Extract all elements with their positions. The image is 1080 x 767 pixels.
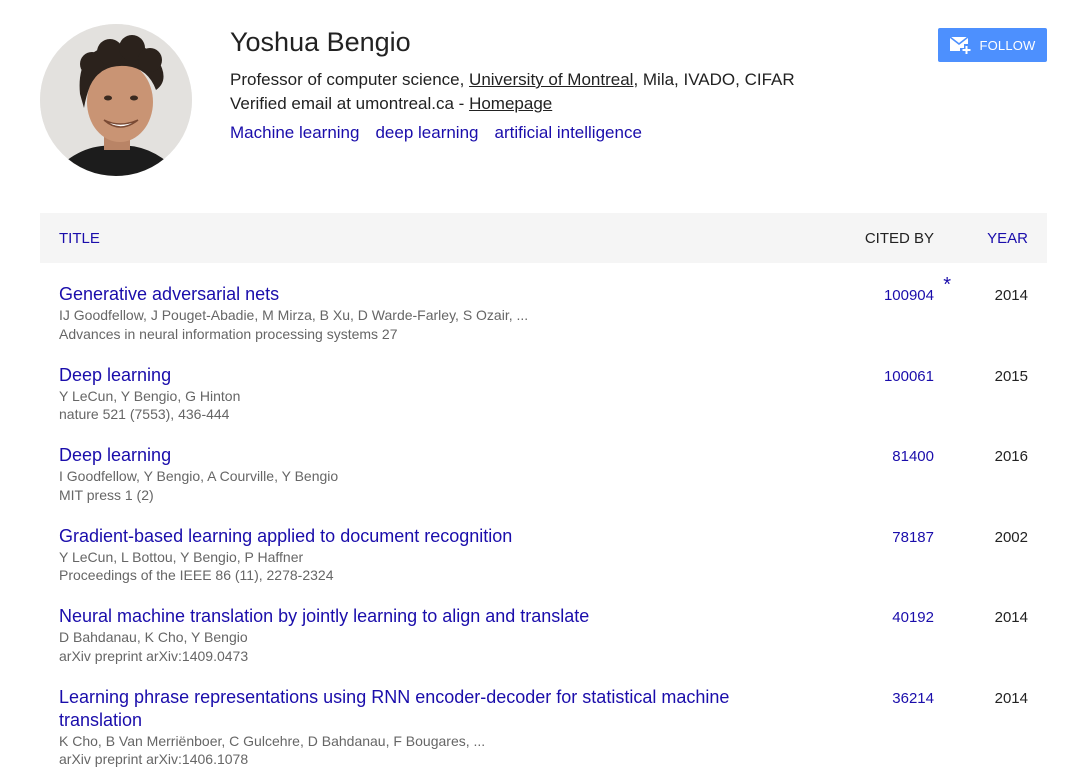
cited-by-count[interactable]: 100904: [884, 287, 934, 304]
publication-info: Deep learning I Goodfellow, Y Bengio, A …: [59, 444, 789, 504]
profile-email: Verified email at umontreal.ca - Homepag…: [230, 92, 910, 116]
publication-title[interactable]: Deep learning: [59, 444, 789, 467]
affiliation-link[interactable]: University of Montreal: [469, 70, 633, 89]
follow-label: FOLLOW: [979, 37, 1036, 53]
interest-link-artificial-intelligence[interactable]: artificial intelligence: [495, 123, 642, 142]
email-text: Verified email at umontreal.ca -: [230, 94, 470, 113]
publication-title[interactable]: Deep learning: [59, 364, 789, 387]
cited-by-count[interactable]: 40192: [892, 609, 934, 626]
publication-venue: Proceedings of the IEEE 86 (11), 2278-23…: [59, 567, 334, 584]
publication-info: Gradient-based learning applied to docum…: [59, 525, 789, 585]
publication-info: Generative adversarial nets IJ Goodfello…: [59, 283, 789, 343]
publication-authors: IJ Goodfellow, J Pouget-Abadie, M Mirza,…: [59, 307, 529, 323]
publication-year: 2014: [994, 689, 1028, 707]
publication-title[interactable]: Gradient-based learning applied to docum…: [59, 525, 789, 548]
homepage-link[interactable]: Homepage: [469, 94, 552, 113]
profile-affiliation: Professor of computer science, Universit…: [230, 68, 910, 92]
table-row: Neural machine translation by jointly le…: [40, 585, 1047, 666]
publication-venue: MIT press 1 (2): [59, 486, 154, 503]
publication-title[interactable]: Learning phrase representations using RN…: [59, 686, 789, 732]
table-row: Gradient-based learning applied to docum…: [40, 505, 1047, 586]
publication-authors: Y LeCun, Y Bengio, G Hinton: [59, 387, 241, 404]
publication-title[interactable]: Neural machine translation by jointly le…: [59, 605, 789, 628]
publication-venue: arXiv preprint arXiv:1406.1078: [59, 751, 249, 767]
publications-table-header: TITLE CITED BY YEAR: [40, 213, 1047, 263]
cited-by-count[interactable]: 100061: [884, 368, 934, 385]
affiliation-prefix: Professor of computer science,: [230, 70, 470, 89]
publication-year: 2014: [994, 609, 1028, 627]
publication-authors: K Cho, B Van Merriënboer, C Gulcehre, D …: [59, 732, 486, 749]
publication-year: 2002: [994, 528, 1028, 546]
publication-year: 2015: [994, 367, 1028, 385]
profile-name: Yoshua Bengio: [230, 27, 411, 57]
profile-info: Yoshua Bengio Professor of computer scie…: [230, 26, 910, 145]
table-row: Deep learning I Goodfellow, Y Bengio, A …: [40, 424, 1047, 505]
publication-venue: Advances in neural information processin…: [59, 325, 398, 342]
publication-info: Deep learning Y LeCun, Y Bengio, G Hinto…: [59, 364, 789, 424]
research-interests: Machine learning deep learning artificial …: [230, 121, 910, 145]
follow-button[interactable]: FOLLOW: [938, 28, 1047, 62]
profile-avatar: [40, 24, 192, 176]
publication-year: 2014: [994, 287, 1028, 304]
table-row: Deep learning Y LeCun, Y Bengio, G Hinto…: [40, 344, 1047, 425]
publication-info: Neural machine translation by jointly le…: [59, 605, 789, 665]
publication-venue: nature 521 (7553), 436-444: [59, 406, 230, 423]
table-row: Generative adversarial nets IJ Goodfello…: [40, 263, 1047, 344]
publication-info: Learning phrase representations using RN…: [59, 686, 789, 767]
cited-by-count[interactable]: 78187: [892, 529, 934, 546]
sort-by-year[interactable]: YEAR: [987, 230, 1028, 247]
publications-list: Generative adversarial nets IJ Goodfello…: [40, 263, 1047, 767]
publication-authors: Y LeCun, L Bottou, Y Bengio, P Haffner: [59, 548, 304, 565]
interest-link-deep-learning[interactable]: deep learning: [375, 123, 478, 142]
cited-by-count[interactable]: 36214: [892, 690, 934, 707]
cited-by-header: CITED BY: [864, 230, 934, 247]
mail-plus-icon: [949, 36, 971, 54]
table-row: Learning phrase representations using RN…: [40, 666, 1047, 767]
publication-venue: arXiv preprint arXiv:1409.0473: [59, 647, 249, 664]
publication-authors: D Bahdanau, K Cho, Y Bengio: [59, 629, 248, 646]
publication-title[interactable]: Generative adversarial nets: [59, 283, 789, 306]
cited-by-count[interactable]: 81400: [892, 448, 934, 465]
sort-by-title[interactable]: TITLE: [59, 230, 100, 247]
affiliation-suffix: , Mila, IVADO, CIFAR: [633, 70, 795, 89]
publication-year: 2016: [994, 448, 1028, 466]
merged-citations-star[interactable]: *: [943, 275, 951, 295]
interest-link-machine-learning[interactable]: Machine learning: [230, 123, 359, 142]
publication-authors: I Goodfellow, Y Bengio, A Courville, Y B…: [59, 468, 339, 485]
scholar-profile-page: Yoshua Bengio Professor of computer scie…: [0, 0, 1080, 767]
